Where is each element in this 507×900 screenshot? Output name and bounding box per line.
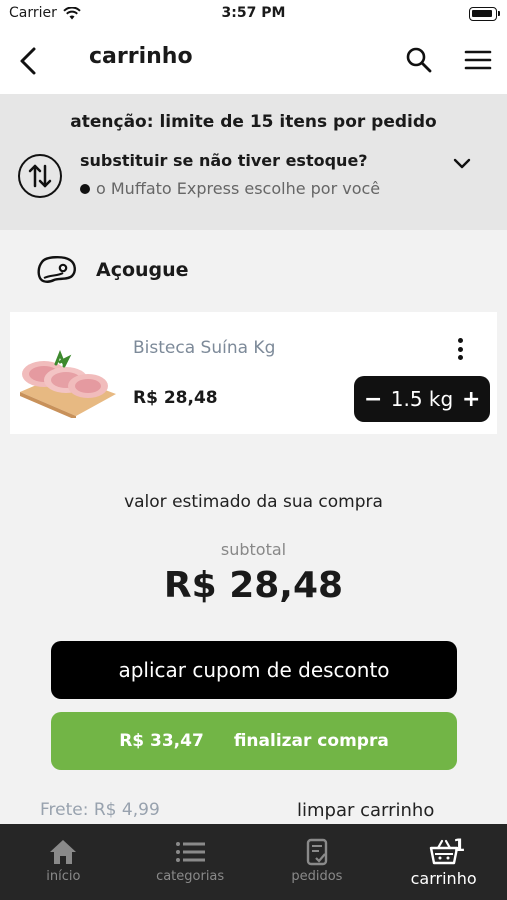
checkout-button[interactable]: R$ 33,47 finalizar compra (51, 712, 457, 770)
apply-coupon-label: aplicar cupom de desconto (118, 658, 390, 682)
selected-dot-icon (80, 183, 90, 194)
back-arrow-icon[interactable] (14, 44, 44, 78)
checkout-total: R$ 33,47 (119, 731, 204, 751)
decrement-button[interactable]: − (364, 387, 382, 412)
more-options-icon[interactable] (452, 336, 468, 362)
clear-cart-link[interactable]: limpar carrinho (297, 800, 434, 821)
product-name[interactable]: Bisteca Suína Kg (133, 338, 275, 358)
battery-icon (469, 7, 500, 21)
tab-orders[interactable]: pedidos (254, 824, 381, 900)
meat-icon (37, 256, 76, 283)
status-bar: Carrier 3:57 PM (0, 0, 507, 30)
nav-bar: carrinho (0, 30, 507, 94)
orders-icon (306, 838, 328, 866)
estimate-label: valor estimado da sua compra (124, 492, 383, 512)
tab-categories-label: categorias (156, 869, 225, 884)
subtotal-value: R$ 28,48 (163, 565, 344, 606)
apply-coupon-button[interactable]: aplicar cupom de desconto (51, 641, 457, 699)
substitution-question[interactable]: substituir se não tiver estoque? (80, 151, 368, 170)
product-price: R$ 28,48 (133, 388, 218, 408)
notice-panel: atenção: limite de 15 itens por pedido s… (0, 94, 507, 230)
page-title: carrinho (89, 44, 193, 69)
item-limit-warning: atenção: limite de 15 itens por pedido (70, 112, 437, 132)
cart-count-badge: 1 (453, 836, 466, 856)
swap-arrows-icon (18, 154, 62, 198)
section-header: Açougue (36, 248, 189, 292)
substitution-selected-option[interactable]: o Muffato Express escolhe por você (80, 179, 380, 198)
clock: 3:57 PM (221, 5, 286, 21)
quantity-value: 1.5 kg (390, 387, 454, 411)
tab-cart[interactable]: carrinho 1 (380, 824, 507, 900)
quantity-stepper: − 1.5 kg + (354, 376, 490, 422)
checkout-label: finalizar compra (233, 731, 389, 751)
tab-orders-label: pedidos (291, 869, 343, 884)
tab-bar: início categorias pedidos carrinho 1 (0, 824, 507, 900)
shipping-fee: Frete: R$ 4,99 (40, 800, 160, 820)
list-icon (176, 842, 206, 862)
home-icon (50, 840, 77, 864)
cart-item-card: Bisteca Suína Kg R$ 28,48 − 1.5 kg + (10, 312, 497, 434)
product-image (20, 349, 116, 418)
tab-home-label: início (46, 869, 81, 884)
section-title: Açougue (96, 259, 189, 281)
substitution-option-label: o Muffato Express escolhe por você (96, 179, 381, 198)
search-icon[interactable] (404, 45, 434, 75)
tab-cart-label: carrinho (410, 869, 477, 888)
tab-categories[interactable]: categorias (127, 824, 254, 900)
increment-button[interactable]: + (462, 387, 480, 412)
hamburger-menu-icon[interactable] (462, 45, 494, 75)
tab-home[interactable]: início (0, 824, 127, 900)
chevron-down-icon[interactable] (452, 156, 472, 172)
subtotal-label: subtotal (220, 540, 287, 559)
